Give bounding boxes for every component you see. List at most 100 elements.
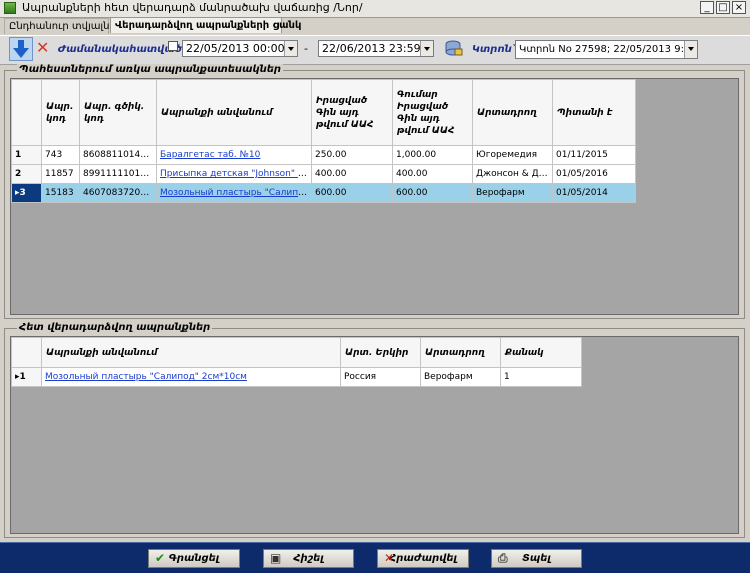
record-button[interactable]: ✔ Գրանցել: [148, 549, 240, 568]
cell-expiry[interactable]: 01/05/2016: [552, 164, 636, 184]
cancel-label: Հրաժարվել: [389, 553, 457, 564]
load-down-button[interactable]: [9, 37, 33, 61]
product-link[interactable]: Присыпка детская "Johnson" 50гр: [160, 169, 311, 179]
date-separator: -: [304, 42, 308, 55]
sold-items-grid: Ապր. կոդ Ապր. գծիկ. կոդ Ապրանքի անվանում…: [10, 78, 739, 315]
tab-return-list[interactable]: Վերադարձվող ապրանքների ցանկ: [110, 17, 301, 33]
tab-general[interactable]: Ընդհանուր տվյալներ: [4, 18, 122, 34]
cell-price[interactable]: 600.00: [311, 183, 393, 203]
cell-code[interactable]: 743: [41, 145, 80, 165]
cell-name[interactable]: Баралгетас таб. №10: [156, 145, 312, 165]
cell-maker[interactable]: Верофарм: [472, 183, 553, 203]
cell-sum[interactable]: 1,000.00: [392, 145, 473, 165]
cell-name[interactable]: Мозольный пластырь "Салипод" 2с...: [156, 183, 312, 203]
cell-barcode[interactable]: 4607083720946: [79, 183, 157, 203]
sold-items-table: Ապր. կոդ Ապր. գծիկ. կոդ Ապրանքի անվանում…: [11, 79, 636, 203]
product-link[interactable]: Баралгетас таб. №10: [160, 150, 260, 160]
cell-maker[interactable]: Джонсон & Джо...: [472, 164, 553, 184]
table-header-row: Ապր. կոդ Ապր. գծիկ. կոդ Ապրանքի անվանում…: [11, 79, 636, 146]
cell-sum[interactable]: 600.00: [392, 183, 473, 203]
table-row[interactable]: 2 11857 8991111101408 Присыпка детская "…: [11, 164, 636, 184]
return-items-grid: Ապրանքի անվանում Արտ. Երկիր Արտադրող Քան…: [10, 336, 739, 534]
table-row-selected[interactable]: ▸3 15183 4607083720946 Мозольный пластыр…: [11, 183, 636, 203]
row-number: ▸1: [11, 367, 42, 387]
chevron-down-icon[interactable]: [684, 41, 697, 58]
column-header[interactable]: Ապրանքի անվանում: [41, 337, 341, 368]
cell-price[interactable]: 250.00: [311, 145, 393, 165]
print-label: Տպել: [522, 553, 551, 564]
table-row[interactable]: ▸1 Мозольный пластырь "Салипод" 2см*10см…: [11, 367, 582, 387]
record-label: Գրանցել: [168, 553, 220, 564]
row-number-text: 3: [19, 188, 26, 198]
column-header[interactable]: Ապր. գծիկ. կոդ: [79, 79, 157, 146]
cell-qty[interactable]: 1: [500, 367, 582, 387]
cell-maker[interactable]: Югоремедия: [472, 145, 553, 165]
column-header[interactable]: Իրացված Գին այդ թվում ԱԱՀ: [311, 79, 393, 146]
cell-expiry[interactable]: 01/05/2014: [552, 183, 636, 203]
database-icon[interactable]: [444, 40, 463, 57]
cell-expiry[interactable]: 01/11/2015: [552, 145, 636, 165]
date-from-field[interactable]: 22/05/2013 00:00: [182, 40, 298, 57]
column-header[interactable]: Ապր. կոդ: [41, 79, 80, 146]
sold-items-group: Պահեստներում առկա ապրանքատեսակներ Ապր. կ…: [4, 64, 745, 319]
chevron-down-icon[interactable]: [284, 41, 297, 56]
bottom-action-bar: ✔ Գրանցել ▣ Հիշել ✕ Հրաժարվել ⎙ Տպել: [0, 542, 750, 573]
window-title: Ապրանքների հետ վերադարձ մանրածախ վաճառից…: [22, 1, 363, 14]
cell-name[interactable]: Присыпка детская "Johnson" 50гр: [156, 164, 312, 184]
cell-name[interactable]: Мозольный пластырь "Салипод" 2см*10см: [41, 367, 341, 387]
column-header[interactable]: Պիտանի է: [552, 79, 636, 146]
cell-barcode[interactable]: 8991111101408: [79, 164, 157, 184]
cell-code[interactable]: 15183: [41, 183, 80, 203]
row-number: ▸3: [11, 183, 42, 203]
date-to-value: 22/06/2013 23:59: [322, 42, 421, 55]
column-header[interactable]: Արտադրող: [420, 337, 501, 368]
maximize-button[interactable]: □: [716, 1, 730, 14]
table-header-row: Ապրանքի անվանում Արտ. Երկիր Արտադրող Քան…: [11, 337, 582, 368]
row-header-corner: [11, 337, 42, 368]
row-number-text: 1: [19, 372, 26, 382]
date-from-value: 22/05/2013 00:00: [186, 42, 285, 55]
app-icon: [4, 2, 16, 14]
minimize-button[interactable]: _: [700, 1, 714, 14]
floppy-icon: ▣: [270, 551, 282, 565]
checkmark-icon: ✔: [155, 551, 166, 565]
column-header[interactable]: Ապրանքի անվանում: [156, 79, 312, 146]
product-link[interactable]: Мозольный пластырь "Салипод" 2см*10см: [45, 372, 247, 382]
cell-sum[interactable]: 400.00: [392, 164, 473, 184]
cell-country[interactable]: Россия: [340, 367, 421, 387]
cell-maker[interactable]: Верофарм: [420, 367, 501, 387]
chevron-down-icon[interactable]: [420, 41, 433, 56]
return-items-title: Հետ վերադարձվող ապրանքներ: [17, 322, 213, 333]
order-label: Կտրոն`: [472, 44, 517, 55]
period-checkbox[interactable]: [168, 41, 178, 51]
return-items-table: Ապրանքի անվանում Արտ. Երկիր Արտադրող Քան…: [11, 337, 582, 387]
print-button[interactable]: ⎙ Տպել: [491, 549, 582, 568]
sold-items-title: Պահեստներում առկա ապրանքատեսակներ: [17, 64, 284, 75]
cell-price[interactable]: 400.00: [311, 164, 393, 184]
row-number: 2: [11, 164, 42, 184]
cell-code[interactable]: 11857: [41, 164, 80, 184]
row-header-corner: [11, 79, 42, 146]
cancel-button[interactable]: ✕ Հրաժարվել: [377, 549, 469, 568]
date-to-field[interactable]: 22/06/2013 23:59: [318, 40, 434, 57]
printer-icon: ⎙: [498, 551, 508, 565]
save-label: Հիշել: [293, 553, 324, 564]
column-header[interactable]: Արտ. Երկիր: [340, 337, 421, 368]
column-header[interactable]: Գումար Իրացված Գին այդ թվում ԱԱՀ: [392, 79, 473, 146]
order-select[interactable]: Կտրոն No 27598; 22/05/2013 9:16:17: [515, 40, 698, 59]
cell-barcode[interactable]: 8608811014517: [79, 145, 157, 165]
column-header[interactable]: Արտադրող: [472, 79, 553, 146]
row-number: 1: [11, 145, 42, 165]
arrow-down-icon: [13, 40, 29, 58]
delete-x-icon[interactable]: ✕: [36, 40, 50, 56]
column-header[interactable]: Քանակ: [500, 337, 582, 368]
save-button[interactable]: ▣ Հիշել: [263, 549, 354, 568]
return-items-group: Հետ վերադարձվող ապրանքներ Ապրանքի անվանո…: [4, 322, 745, 538]
table-row[interactable]: 1 743 8608811014517 Баралгетас таб. №10 …: [11, 145, 636, 165]
tab-strip: Ընդհանուր տվյալներ Վերադարձվող ապրանքներ…: [0, 17, 750, 34]
title-bar: Ապրանքների հետ վերադարձ մանրածախ վաճառից…: [0, 0, 750, 18]
close-window-button[interactable]: ×: [732, 1, 746, 14]
order-value: Կտրոն No 27598; 22/05/2013 9:16:17: [519, 44, 698, 55]
cancel-x-icon: ✕: [384, 551, 395, 565]
product-link[interactable]: Мозольный пластырь "Салипод" 2с...: [160, 188, 311, 198]
